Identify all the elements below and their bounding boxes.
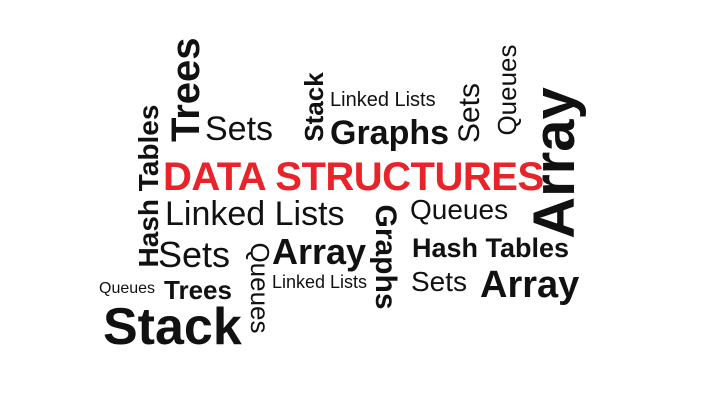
word-array-right: Array <box>480 264 580 306</box>
word-graphs-top: Graphs <box>330 114 450 152</box>
word-linked-lists-top: Linked Lists <box>330 89 436 111</box>
word-linked-lists-mid: Linked Lists <box>165 195 345 233</box>
word-queues-right: Queues <box>410 194 509 225</box>
word-graphs-vertical: Graphs <box>369 204 402 310</box>
word-array-mid: Array <box>272 231 367 272</box>
word-array-vertical: Array <box>522 87 587 239</box>
word-cloud: DATA STRUCTURES Hash Tables Trees Sets S… <box>0 0 720 405</box>
word-sets-right: Sets <box>411 266 468 297</box>
word-queues-small: Queues <box>99 280 156 297</box>
word-queues-vertical-top: Queues <box>492 44 522 136</box>
data-structures-title: DATA STRUCTURES <box>163 155 544 199</box>
word-sets-mid: Sets <box>158 234 231 275</box>
word-linked-lists-small: Linked Lists <box>272 272 368 292</box>
word-sets-vertical: Sets <box>453 82 486 144</box>
word-trees-vertical: Trees <box>164 37 208 142</box>
word-hash-tables-right: Hash Tables <box>412 233 570 263</box>
word-stack-big: Stack <box>103 298 242 356</box>
word-sets-top: Sets <box>205 110 274 148</box>
word-stack-vertical: Stack <box>299 72 329 142</box>
word-queues-vertical-mid: Queues <box>245 242 275 334</box>
